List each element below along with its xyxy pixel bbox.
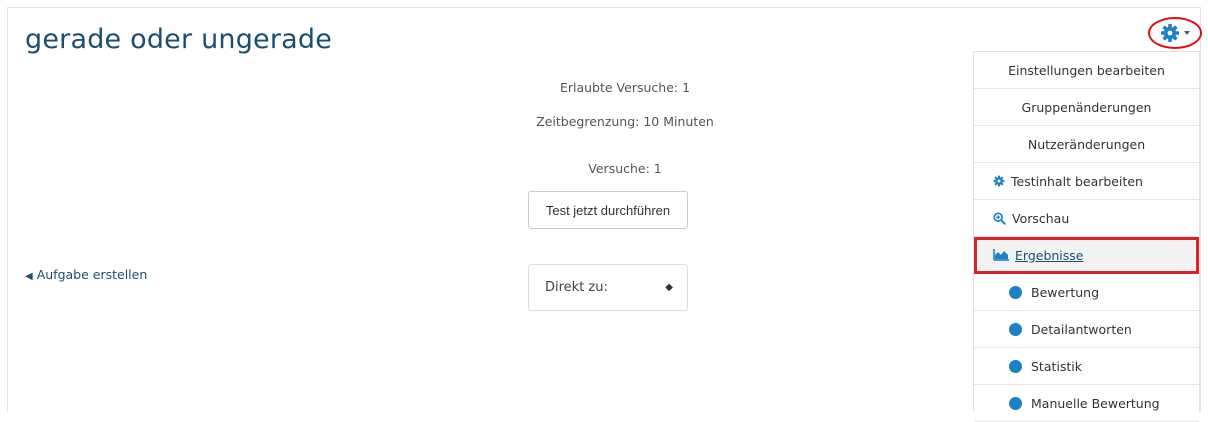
menu-item-label: Manuelle Bewertung bbox=[1031, 395, 1160, 411]
jump-to-label: Direkt zu: bbox=[545, 280, 608, 295]
menu-item-results[interactable]: Ergebnisse bbox=[974, 237, 1199, 274]
menu-item-label: Detailantworten bbox=[1031, 321, 1132, 337]
gear-icon bbox=[1161, 24, 1179, 42]
menu-item-label: Vorschau bbox=[1012, 210, 1070, 226]
triangle-left-icon: ◀ bbox=[25, 271, 33, 282]
attempt-quiz-button[interactable]: Test jetzt durchführen bbox=[528, 191, 688, 229]
time-limit-text: Zeitbegrenzung: 10 Minuten bbox=[536, 114, 714, 129]
menu-item-group-overrides[interactable]: Gruppenänderungen bbox=[974, 89, 1199, 126]
circle-icon bbox=[1009, 396, 1022, 410]
circle-icon bbox=[1009, 285, 1022, 299]
gear-icon bbox=[993, 175, 1005, 187]
previous-activity-label: Aufgabe erstellen bbox=[36, 267, 148, 282]
page-title: gerade oder ungerade bbox=[25, 24, 333, 55]
settings-menu-toggle[interactable] bbox=[1148, 17, 1202, 49]
menu-item-label: Testinhalt bearbeiten bbox=[1011, 173, 1143, 189]
menu-item-preview[interactable]: Vorschau bbox=[974, 200, 1199, 237]
menu-item-label: Ergebnisse bbox=[1015, 247, 1084, 263]
menu-item-label: Bewertung bbox=[1031, 284, 1099, 300]
menu-item-responses[interactable]: Detailantworten bbox=[974, 311, 1199, 348]
menu-item-edit-settings[interactable]: Einstellungen bearbeiten bbox=[974, 52, 1199, 89]
previous-activity-link[interactable]: ◀ Aufgabe erstellen bbox=[25, 267, 147, 282]
menu-item-manual-grading[interactable]: Manuelle Bewertung bbox=[974, 385, 1199, 422]
caret-down-icon bbox=[1184, 31, 1190, 35]
circle-icon bbox=[1009, 322, 1022, 336]
jump-to-select[interactable]: Direkt zu: ◆ bbox=[528, 264, 688, 311]
attempts-count-text: Versuche: 1 bbox=[588, 161, 662, 176]
magnifier-plus-icon bbox=[993, 211, 1006, 225]
area-chart-icon bbox=[993, 249, 1009, 261]
updown-arrows-icon: ◆ bbox=[665, 282, 673, 293]
menu-item-statistics[interactable]: Statistik bbox=[974, 348, 1199, 385]
menu-item-grades[interactable]: Bewertung bbox=[974, 274, 1199, 311]
menu-item-label: Nutzeränderungen bbox=[1027, 136, 1146, 152]
settings-dropdown-menu: Einstellungen bearbeiten Gruppenänderung… bbox=[973, 51, 1200, 422]
menu-item-user-overrides[interactable]: Nutzeränderungen bbox=[974, 126, 1199, 163]
menu-item-label: Gruppenänderungen bbox=[1021, 99, 1152, 115]
attempts-allowed-text: Erlaubte Versuche: 1 bbox=[559, 80, 691, 95]
circle-icon bbox=[1009, 359, 1022, 373]
menu-item-label: Einstellungen bearbeiten bbox=[1008, 62, 1165, 78]
menu-item-edit-quiz[interactable]: Testinhalt bearbeiten bbox=[974, 163, 1199, 200]
menu-item-label: Statistik bbox=[1031, 358, 1082, 374]
